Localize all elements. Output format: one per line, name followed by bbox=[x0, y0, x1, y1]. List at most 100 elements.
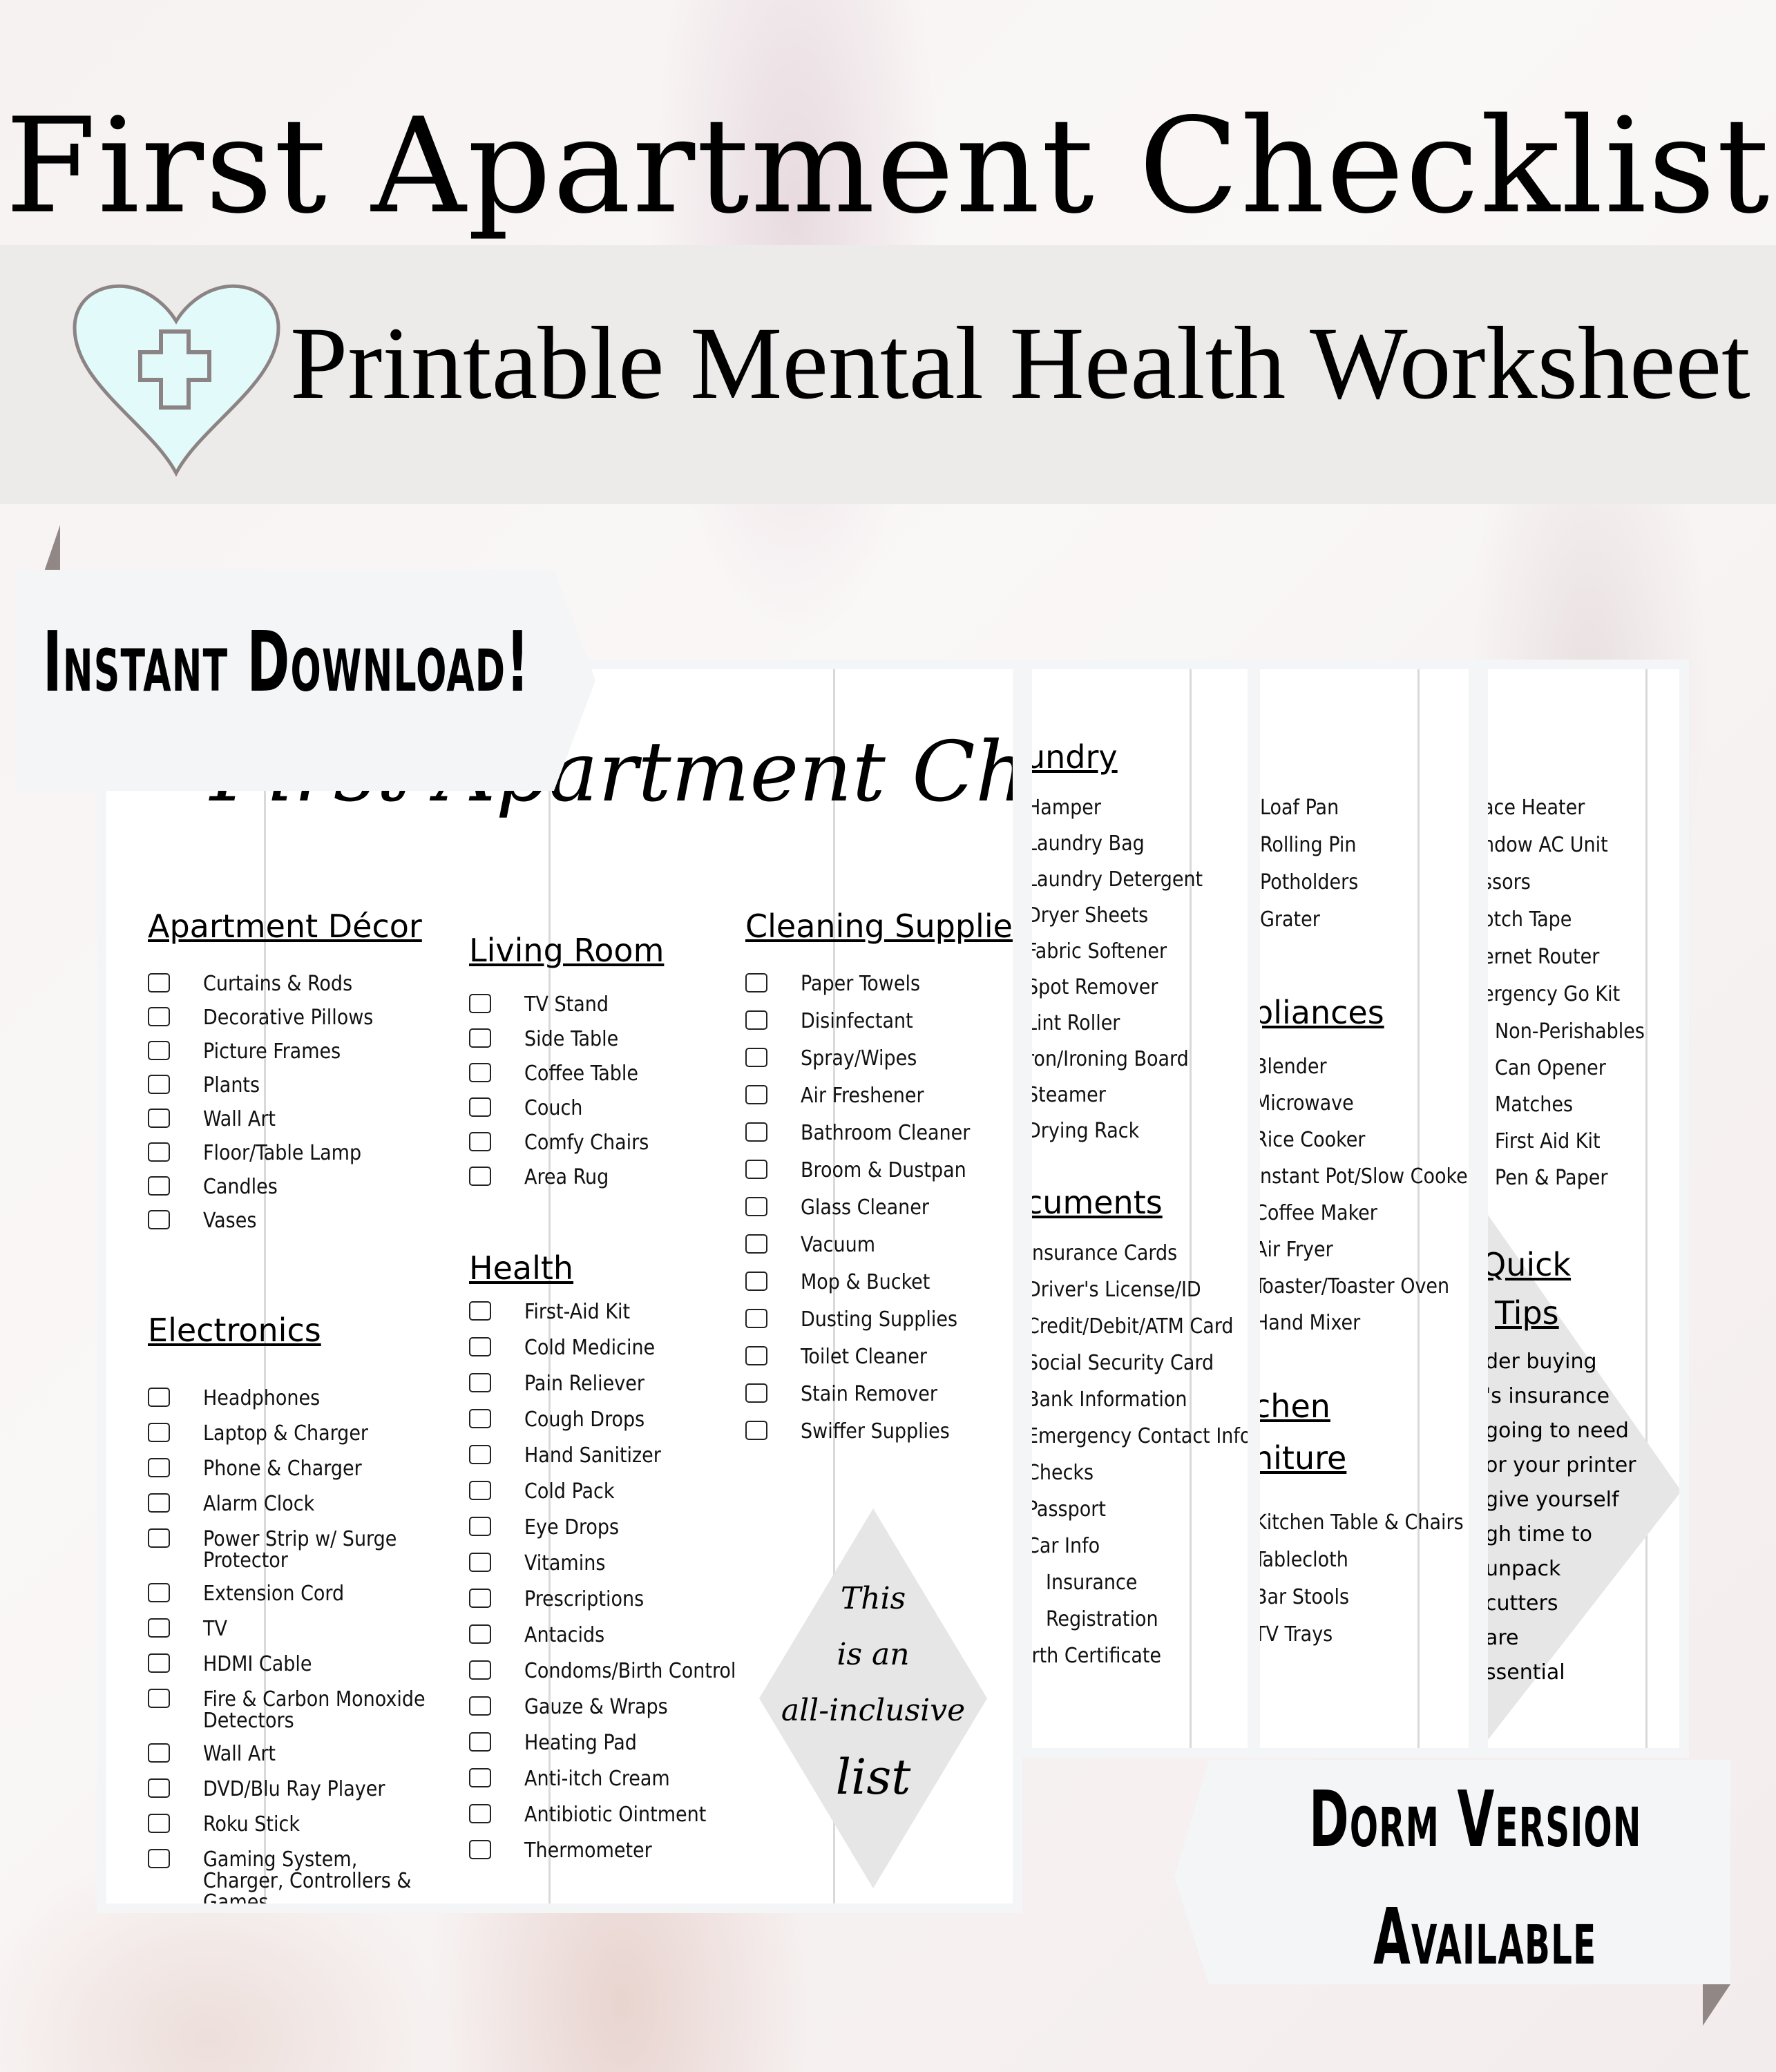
checklist-item[interactable]: Headphones bbox=[148, 1388, 320, 1409]
checklist-item[interactable]: Cold Medicine bbox=[469, 1337, 655, 1359]
checklist-item[interactable]: Air Freshener bbox=[745, 1085, 924, 1106]
checklist-item[interactable]: Kitchen Table & Chairs bbox=[1260, 1512, 1464, 1533]
checkbox[interactable] bbox=[745, 1234, 767, 1254]
checkbox[interactable] bbox=[148, 1142, 170, 1162]
checklist-item[interactable]: Laundry Bag bbox=[1032, 833, 1145, 854]
checklist-item[interactable]: Driver's License/ID bbox=[1032, 1279, 1201, 1301]
checklist-item[interactable]: Registration bbox=[1046, 1609, 1158, 1630]
checklist-item[interactable]: Insurance Cards bbox=[1032, 1243, 1177, 1264]
checklist-item[interactable]: Steamer bbox=[1032, 1084, 1106, 1106]
checkbox[interactable] bbox=[148, 1458, 170, 1477]
checklist-item[interactable]: Checks bbox=[1032, 1462, 1094, 1484]
checklist-item[interactable]: Wall Art bbox=[148, 1743, 276, 1765]
checkbox[interactable] bbox=[745, 1085, 767, 1104]
checklist-item[interactable]: First-Aid Kit bbox=[469, 1301, 630, 1323]
checklist-item[interactable]: Can Opener bbox=[1495, 1057, 1606, 1079]
checklist-item[interactable]: Cough Drops bbox=[469, 1409, 644, 1430]
checklist-item[interactable]: Laptop & Charger bbox=[148, 1423, 368, 1444]
checklist-item[interactable]: Non-Perishables bbox=[1495, 1021, 1645, 1042]
checklist-item[interactable]: Hamper bbox=[1032, 797, 1101, 818]
checklist-item[interactable]: Thermometer bbox=[469, 1840, 652, 1861]
checklist-item[interactable]: Mop & Bucket bbox=[745, 1272, 930, 1293]
checklist-item[interactable]: Vitamins bbox=[469, 1553, 605, 1574]
checklist-item[interactable]: Fabric Softener bbox=[1032, 941, 1167, 962]
checkbox[interactable] bbox=[148, 1210, 170, 1229]
checkbox[interactable] bbox=[469, 1840, 491, 1859]
checkbox[interactable] bbox=[469, 1167, 491, 1186]
checklist-item[interactable]: ron/Ironing Board bbox=[1032, 1048, 1189, 1070]
checklist-item[interactable]: Loaf Pan bbox=[1260, 797, 1339, 818]
checklist-item[interactable]: Potholders bbox=[1260, 872, 1358, 893]
checklist-item[interactable]: DVD/Blu Ray Player bbox=[148, 1778, 385, 1800]
checkbox[interactable] bbox=[148, 1388, 170, 1407]
checkbox[interactable] bbox=[469, 1553, 491, 1572]
checklist-item[interactable]: Lint Roller bbox=[1032, 1013, 1120, 1034]
checklist-item[interactable]: Air Fryer bbox=[1260, 1239, 1333, 1260]
checkbox[interactable] bbox=[469, 1445, 491, 1464]
checklist-item[interactable]: Emergency Contact Info bbox=[1032, 1426, 1248, 1447]
checkbox[interactable] bbox=[745, 1383, 767, 1403]
checklist-item[interactable]: Candles bbox=[148, 1176, 278, 1198]
checklist-item[interactable]: Heating Pad bbox=[469, 1732, 637, 1754]
checkbox[interactable] bbox=[745, 1048, 767, 1067]
checklist-item[interactable]: Toaster/Toaster Oven bbox=[1260, 1276, 1449, 1297]
checklist-item[interactable]: TV Trays bbox=[1260, 1624, 1333, 1645]
checkbox[interactable] bbox=[469, 1696, 491, 1716]
checklist-item[interactable]: Dusting Supplies bbox=[745, 1309, 957, 1330]
checkbox[interactable] bbox=[469, 1097, 491, 1117]
checkbox[interactable] bbox=[469, 1768, 491, 1787]
checkbox[interactable] bbox=[469, 1301, 491, 1321]
checklist-item[interactable]: ndow AC Unit bbox=[1488, 834, 1608, 856]
checkbox[interactable] bbox=[469, 1660, 491, 1680]
checklist-item[interactable]: Dryer Sheets bbox=[1032, 905, 1148, 926]
checklist-item[interactable]: Bathroom Cleaner bbox=[745, 1122, 970, 1144]
checkbox[interactable] bbox=[148, 1007, 170, 1026]
checklist-item[interactable]: Laundry Detergent bbox=[1032, 869, 1203, 890]
checklist-item[interactable]: Matches bbox=[1495, 1094, 1573, 1115]
checklist-item[interactable]: Gaming System, Charger, Controllers & Ga… bbox=[148, 1849, 431, 1903]
checklist-item[interactable]: Coffee Maker bbox=[1260, 1202, 1377, 1224]
checklist-item[interactable]: ernet Router bbox=[1488, 946, 1599, 968]
checklist-item[interactable]: Toilet Cleaner bbox=[745, 1346, 927, 1368]
checkbox[interactable] bbox=[148, 1041, 170, 1060]
checklist-item[interactable]: Pen & Paper bbox=[1495, 1167, 1607, 1189]
checklist-item[interactable]: Pain Reliever bbox=[469, 1373, 644, 1394]
checklist-item[interactable]: Gauze & Wraps bbox=[469, 1696, 668, 1718]
checkbox[interactable] bbox=[148, 1689, 170, 1708]
checkbox[interactable] bbox=[469, 1337, 491, 1356]
checklist-item[interactable]: ergency Go Kit bbox=[1488, 984, 1620, 1005]
checklist-item[interactable]: Car Info bbox=[1032, 1535, 1100, 1557]
checkbox[interactable] bbox=[745, 1309, 767, 1328]
checklist-item[interactable]: First Aid Kit bbox=[1495, 1131, 1601, 1152]
checklist-item[interactable]: Roku Stick bbox=[148, 1814, 300, 1835]
checklist-item[interactable]: Disinfectant bbox=[745, 1010, 913, 1032]
checkbox[interactable] bbox=[148, 1075, 170, 1094]
checklist-item[interactable]: Wall Art bbox=[148, 1109, 276, 1130]
checkbox[interactable] bbox=[148, 1423, 170, 1442]
checklist-item[interactable]: Passport bbox=[1032, 1499, 1106, 1520]
checklist-item[interactable]: ace Heater bbox=[1488, 797, 1585, 818]
checklist-item[interactable]: Credit/Debit/ATM Card bbox=[1032, 1316, 1233, 1337]
checklist-item[interactable]: TV Stand bbox=[469, 994, 609, 1015]
checklist-item[interactable]: Floor/Table Lamp bbox=[148, 1142, 361, 1164]
checklist-item[interactable]: Hand Sanitizer bbox=[469, 1445, 661, 1466]
checklist-item[interactable]: Grater bbox=[1260, 909, 1320, 930]
checkbox[interactable] bbox=[469, 1517, 491, 1536]
checkbox[interactable] bbox=[148, 1109, 170, 1128]
checklist-item[interactable]: Vases bbox=[148, 1210, 256, 1231]
checklist-item[interactable]: Bank Information bbox=[1032, 1389, 1187, 1410]
checkbox[interactable] bbox=[469, 1589, 491, 1608]
checkbox[interactable] bbox=[745, 1272, 767, 1291]
checkbox[interactable] bbox=[745, 1160, 767, 1179]
checklist-item[interactable]: Tablecloth bbox=[1260, 1549, 1348, 1571]
checkbox[interactable] bbox=[469, 1132, 491, 1151]
checklist-item[interactable]: Rolling Pin bbox=[1260, 834, 1356, 856]
checklist-item[interactable]: Picture Frames bbox=[148, 1041, 341, 1062]
checkbox[interactable] bbox=[148, 1653, 170, 1673]
checklist-item[interactable]: Condoms/Birth Control bbox=[469, 1660, 736, 1682]
checklist-item[interactable]: Prescriptions bbox=[469, 1589, 644, 1610]
checklist-item[interactable]: Comfy Chairs bbox=[469, 1132, 649, 1153]
checklist-item[interactable]: Side Table bbox=[469, 1028, 618, 1050]
checklist-item[interactable]: Spot Remover bbox=[1032, 977, 1158, 998]
checklist-item[interactable]: Spray/Wipes bbox=[745, 1048, 917, 1069]
